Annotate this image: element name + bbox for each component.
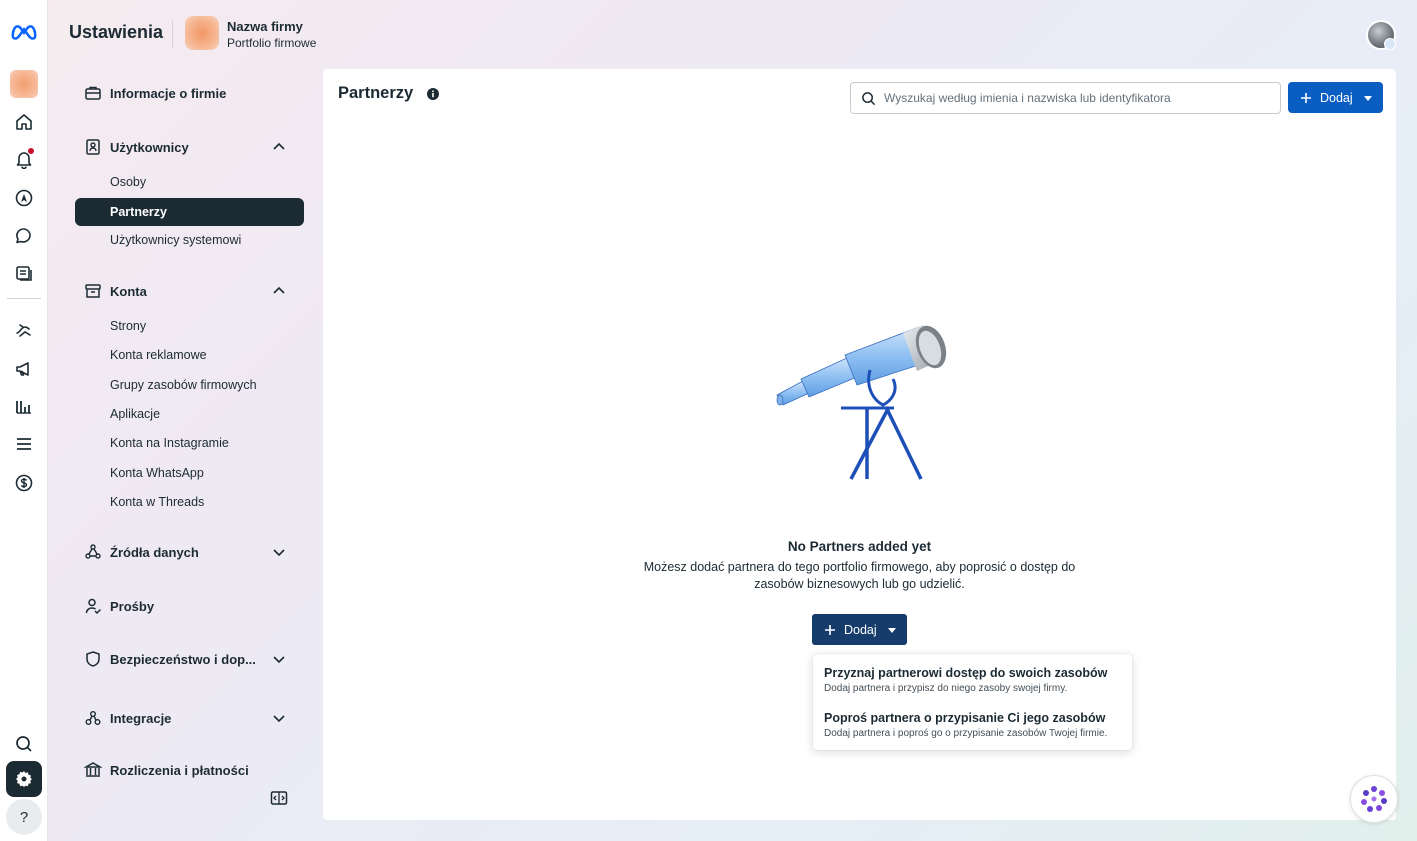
analytics-icon[interactable] xyxy=(6,389,42,425)
sidebar-section-label: Rozliczenia i płatności xyxy=(110,762,249,778)
shield-icon xyxy=(83,649,103,669)
sidebar-section-label: Integracje xyxy=(110,710,172,726)
pages-icon[interactable] xyxy=(6,255,42,291)
caret-down-icon xyxy=(1363,95,1372,101)
sidebar-item-apps[interactable]: Aplikacje xyxy=(75,400,304,428)
sidebar-section-integrations[interactable]: Integracje xyxy=(75,703,304,733)
chevron-down-icon xyxy=(273,656,285,664)
empty-state-description: Możesz dodać partnera do tego portfolio … xyxy=(643,560,1076,591)
sidebar-item-requests[interactable]: Prośby xyxy=(75,591,304,621)
menu-item-request-access[interactable]: Poproś partnera o przypisanie Ci jego za… xyxy=(824,711,1107,739)
sidebar-section-label: Bezpieczeństwo i dop... xyxy=(110,651,256,667)
search-icon[interactable] xyxy=(6,726,42,762)
sidebar-item-whatsapp[interactable]: Konta WhatsApp xyxy=(75,459,304,487)
data-sources-icon xyxy=(83,542,103,562)
plus-icon xyxy=(1301,92,1311,103)
sidebar-section-data-sources[interactable]: Źródła danych xyxy=(75,537,304,567)
add-button-label: Dodaj xyxy=(1320,90,1353,105)
bank-icon xyxy=(83,760,103,780)
user-badge-icon xyxy=(83,137,103,157)
user-avatar[interactable] xyxy=(1366,20,1396,50)
rail-divider xyxy=(7,298,41,299)
business-name[interactable]: Nazwa firmy xyxy=(227,19,303,34)
help-icon[interactable]: ? xyxy=(6,799,42,835)
integrations-icon xyxy=(83,708,103,728)
page-title: Ustawienia xyxy=(69,22,164,42)
sidebar-section-security[interactable]: Bezpieczeństwo i dop... xyxy=(75,644,304,674)
notification-badge xyxy=(28,148,34,154)
chevron-down-icon xyxy=(273,549,285,557)
caret-down-icon xyxy=(887,627,896,633)
menu-item-title: Poproś partnera o przypisanie Ci jego za… xyxy=(824,711,1106,725)
billing-icon[interactable] xyxy=(6,465,42,501)
menu-icon[interactable] xyxy=(6,426,42,462)
sidebar-item-instagram[interactable]: Konta na Instagramie xyxy=(75,429,304,457)
briefcase-icon xyxy=(83,83,103,103)
menu-item-grant-access[interactable]: Przyznaj partnerowi dostęp do swoich zas… xyxy=(824,666,1107,694)
sidebar-section-accounts[interactable]: Konta xyxy=(75,276,304,306)
sidebar-item-company-info[interactable]: Informacje o firmie xyxy=(75,78,304,108)
sidebar-item-threads[interactable]: Konta w Threads xyxy=(75,488,304,516)
home-icon[interactable] xyxy=(6,104,42,140)
business-subtitle: Portfolio firmowe xyxy=(227,36,317,50)
archive-icon xyxy=(83,281,103,301)
empty-state-title: No Partners added yet xyxy=(787,539,932,554)
notifications-icon[interactable] xyxy=(6,141,42,177)
sidebar-section-users[interactable]: Użytkownicy xyxy=(75,132,304,162)
menu-item-description: Dodaj partnera i poproś go o przypisanie… xyxy=(824,728,1108,739)
sidebar-item-ad-accounts[interactable]: Konta reklamowe xyxy=(75,341,304,369)
sidebar-item-people[interactable]: Osoby xyxy=(75,168,304,196)
sidebar-section-label: Konta xyxy=(110,283,147,299)
handshake-icon[interactable] xyxy=(6,313,42,349)
sidebar-item-pages[interactable]: Strony xyxy=(75,312,304,340)
header-divider xyxy=(172,20,173,48)
menu-item-description: Dodaj partnera i przypisz do niego zasob… xyxy=(824,683,1068,694)
search-field[interactable] xyxy=(884,91,1264,105)
left-rail: ? xyxy=(0,0,48,841)
empty-add-button[interactable]: Dodaj xyxy=(812,614,907,645)
search-input[interactable] xyxy=(850,82,1281,114)
business-avatar[interactable] xyxy=(185,16,219,50)
sidebar-section-label: Użytkownicy xyxy=(110,139,189,155)
add-partner-menu: Przyznaj partnerowi dostęp do swoich zas… xyxy=(813,654,1132,750)
plus-icon xyxy=(825,624,835,635)
business-avatar[interactable] xyxy=(6,66,42,102)
chevron-up-icon xyxy=(273,142,285,150)
info-icon[interactable] xyxy=(427,88,439,100)
empty-add-button-label: Dodaj xyxy=(844,622,877,637)
chat-icon[interactable] xyxy=(6,218,42,254)
menu-item-title: Przyznaj partnerowi dostęp do swoich zas… xyxy=(824,666,1108,680)
compass-icon[interactable] xyxy=(6,180,42,216)
megaphone-icon[interactable] xyxy=(6,351,42,387)
collapse-sidebar-icon[interactable] xyxy=(270,790,288,806)
section-title: Partnerzy xyxy=(338,84,414,102)
assistant-icon xyxy=(1361,786,1387,812)
person-check-icon xyxy=(83,596,103,616)
meta-logo-icon[interactable] xyxy=(6,14,42,50)
add-button[interactable]: Dodaj xyxy=(1288,82,1383,113)
sidebar-item-label: Informacje o firmie xyxy=(110,85,227,101)
sidebar-item-system-users[interactable]: Użytkownicy systemowi xyxy=(75,226,304,254)
chevron-down-icon xyxy=(273,715,285,723)
telescope-illustration xyxy=(776,325,947,480)
sidebar-item-asset-groups[interactable]: Grupy zasobów firmowych xyxy=(75,371,304,399)
sidebar-item-label: Prośby xyxy=(110,598,155,614)
sidebar-section-label: Źródła danych xyxy=(110,544,199,560)
search-icon xyxy=(862,91,876,105)
assistant-button[interactable] xyxy=(1350,775,1398,823)
chevron-up-icon xyxy=(273,286,285,294)
settings-icon[interactable] xyxy=(6,761,42,797)
sidebar-item-partners[interactable]: Partnerzy xyxy=(75,198,304,226)
help-label: ? xyxy=(19,808,29,826)
sidebar-section-billing[interactable]: Rozliczenia i płatności xyxy=(75,757,304,783)
